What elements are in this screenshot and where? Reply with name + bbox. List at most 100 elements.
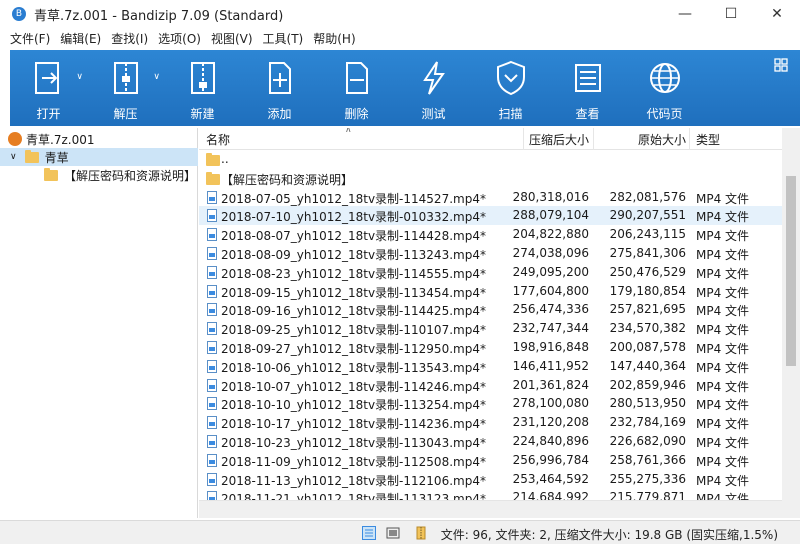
- table-row[interactable]: 2018-09-25_yh1012_18tv录制-110107.mp4* 232,…: [199, 319, 782, 338]
- original-size: 258,761,366: [609, 452, 686, 467]
- file-type: MP4 文件: [696, 191, 750, 206]
- table-row[interactable]: 2018-08-23_yh1012_18tv录制-114555.mp4* 249,…: [199, 263, 782, 282]
- table-row[interactable]: 2018-07-10_yh1012_18tv录制-010332.mp4* 288,…: [199, 206, 782, 226]
- table-row[interactable]: 2018-10-23_yh1012_18tv录制-113043.mp4* 224,…: [199, 432, 782, 451]
- mp4-file-icon: [207, 397, 217, 411]
- file-name: 2018-09-25_yh1012_18tv录制-110107.mp4*: [221, 323, 486, 338]
- menu-file[interactable]: 文件(F): [10, 30, 50, 47]
- list-item-updir[interactable]: ..: [199, 150, 782, 169]
- scrollbar-thumb[interactable]: [786, 176, 796, 366]
- table-row[interactable]: 2018-10-17_yh1012_18tv录制-114236.mp4* 231,…: [199, 413, 782, 432]
- status-text: 文件: 96, 文件夹: 2, 压缩文件大小: 19.8 GB (固实压缩,1.…: [440, 528, 778, 542]
- file-name: 2018-10-17_yh1012_18tv录制-114236.mp4*: [221, 417, 486, 432]
- horizontal-scrollbar[interactable]: [199, 500, 782, 518]
- original-size: 200,087,578: [609, 339, 686, 354]
- col-type[interactable]: 类型: [696, 131, 720, 148]
- file-type: MP4 文件: [696, 454, 750, 469]
- folder-icon: [206, 171, 220, 185]
- table-row[interactable]: 2018-11-09_yh1012_18tv录制-112508.mp4* 256,…: [199, 451, 782, 470]
- new-archive-icon: [190, 62, 215, 94]
- file-type: MP4 文件: [696, 210, 750, 225]
- original-size: 206,243,115: [609, 227, 686, 242]
- sort-up-icon: ∧: [345, 128, 352, 135]
- table-row[interactable]: 2018-08-09_yh1012_18tv录制-113243.mp4* 274,…: [199, 244, 782, 263]
- extract-dropdown-chevron-icon[interactable]: ∨: [153, 72, 160, 82]
- close-button[interactable]: ✕: [754, 0, 800, 28]
- original-size: 232,784,169: [609, 415, 686, 430]
- table-row[interactable]: 2018-11-13_yh1012_18tv录制-112106.mp4* 253,…: [199, 470, 782, 489]
- mp4-file-icon: [207, 190, 217, 204]
- menu-tools[interactable]: 工具(T): [263, 30, 304, 47]
- tree-root[interactable]: 青草.7z.001: [0, 130, 198, 148]
- file-type: MP4 文件: [696, 398, 750, 413]
- mp4-file-icon: [207, 209, 217, 223]
- file-type: MP4 文件: [696, 304, 750, 319]
- delete-icon: [345, 62, 368, 94]
- thumbnail-view-icon[interactable]: [386, 526, 400, 540]
- packed-size: 256,996,784: [512, 452, 589, 467]
- file-name: 2018-11-09_yh1012_18tv录制-112508.mp4*: [221, 454, 486, 469]
- details-view-icon[interactable]: [362, 526, 376, 540]
- menu-find[interactable]: 查找(I): [111, 30, 148, 47]
- table-row[interactable]: 2018-09-27_yh1012_18tv录制-112950.mp4* 198,…: [199, 338, 782, 357]
- tree-folder[interactable]: ∨ 青草: [0, 148, 198, 166]
- original-size: 179,180,854: [609, 283, 686, 298]
- vertical-scrollbar[interactable]: [782, 128, 800, 518]
- chevron-down-icon[interactable]: ∨: [10, 152, 17, 162]
- tree-subfolder[interactable]: 【解压密码和资源说明】: [44, 166, 196, 184]
- menu-edit[interactable]: 编辑(E): [60, 30, 101, 47]
- add-label: 添加: [267, 107, 292, 121]
- scan-button[interactable]: 扫描: [472, 50, 549, 126]
- table-row[interactable]: 2018-09-16_yh1012_18tv录制-114425.mp4* 256,…: [199, 300, 782, 319]
- col-size[interactable]: 原始大小: [638, 131, 686, 148]
- table-row[interactable]: 2018-10-10_yh1012_18tv录制-113254.mp4* 278,…: [199, 394, 782, 413]
- extract-button[interactable]: ∨ 解压: [87, 50, 164, 126]
- layout-grid-icon[interactable]: [774, 58, 788, 72]
- menu-options[interactable]: 选项(O): [158, 30, 201, 47]
- open-button[interactable]: ∨ 打开: [10, 50, 87, 126]
- original-size: 255,275,336: [609, 471, 686, 486]
- add-button[interactable]: 添加: [241, 50, 318, 126]
- mp4-file-icon: [207, 284, 217, 298]
- packed-size: 201,361,824: [512, 377, 589, 392]
- table-row[interactable]: 2018-09-15_yh1012_18tv录制-113454.mp4* 177,…: [199, 282, 782, 301]
- mp4-file-icon: [207, 416, 217, 430]
- original-size: 234,570,382: [609, 321, 686, 336]
- table-row[interactable]: 2018-10-06_yh1012_18tv录制-113543.mp4* 146,…: [199, 357, 782, 376]
- table-row[interactable]: 2018-07-05_yh1012_18tv录制-114527.mp4* 280,…: [199, 188, 782, 207]
- open-dropdown-chevron-icon[interactable]: ∨: [76, 72, 83, 82]
- file-name: 2018-09-27_yh1012_18tv录制-112950.mp4*: [221, 341, 486, 356]
- table-row[interactable]: 2018-08-07_yh1012_18tv录制-114428.mp4* 204,…: [199, 225, 782, 244]
- column-header: 名称 ∧ 压缩后大小 原始大小 类型: [199, 128, 782, 150]
- col-packed[interactable]: 压缩后大小: [529, 131, 589, 148]
- file-type: MP4 文件: [696, 323, 750, 338]
- list-item-folder[interactable]: 【解压密码和资源说明】: [199, 169, 782, 188]
- test-button[interactable]: 测试: [395, 50, 472, 126]
- file-name: 2018-10-10_yh1012_18tv录制-113254.mp4*: [221, 398, 486, 413]
- col-name[interactable]: 名称: [206, 131, 230, 148]
- file-type: MP4 文件: [696, 379, 750, 394]
- original-size: 275,841,306: [609, 245, 686, 260]
- menu-view[interactable]: 视图(V): [211, 30, 253, 47]
- maximize-button[interactable]: ☐: [708, 0, 754, 28]
- new-archive-label: 新建: [190, 107, 215, 121]
- new-archive-button[interactable]: 新建: [164, 50, 241, 126]
- mp4-file-icon: [207, 378, 217, 392]
- file-type: MP4 文件: [696, 417, 750, 432]
- packed-size: 278,100,080: [512, 396, 589, 411]
- test-icon: [422, 61, 445, 95]
- original-size: 147,440,364: [609, 358, 686, 373]
- minimize-button[interactable]: —: [662, 0, 708, 28]
- table-row[interactable]: 2018-10-07_yh1012_18tv录制-114246.mp4* 201,…: [199, 376, 782, 395]
- menu-help[interactable]: 帮助(H): [313, 30, 355, 47]
- tree-folder-label: 青草: [44, 150, 69, 165]
- view-button[interactable]: 查看: [549, 50, 626, 126]
- original-size: 280,513,950: [609, 396, 686, 411]
- scan-label: 扫描: [498, 107, 523, 121]
- file-name: 2018-11-13_yh1012_18tv录制-112106.mp4*: [221, 473, 486, 488]
- delete-button[interactable]: 删除: [318, 50, 395, 126]
- file-name: 2018-09-15_yh1012_18tv录制-113454.mp4*: [221, 285, 486, 300]
- codepage-button[interactable]: 代码页: [626, 50, 703, 126]
- extract-label: 解压: [113, 107, 138, 121]
- status-bar: 文件: 96, 文件夹: 2, 压缩文件大小: 19.8 GB (固实压缩,1.…: [0, 520, 800, 544]
